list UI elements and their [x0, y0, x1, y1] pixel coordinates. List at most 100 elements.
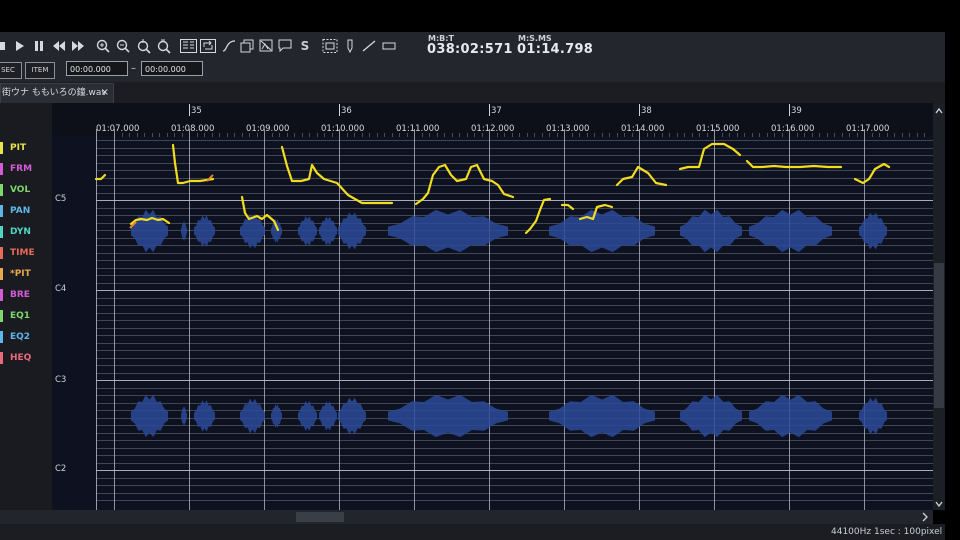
waveform-segment: [271, 404, 282, 428]
vertical-zoom-in-icon[interactable]: [136, 38, 152, 54]
window-edge: [945, 32, 960, 540]
tab-title: 街ウナ ももいろの鐘.wav: [2, 88, 107, 98]
param-label: PAN: [10, 206, 31, 216]
vertical-scroll-thumb[interactable]: [934, 263, 944, 408]
sec-button[interactable]: SEC: [0, 62, 22, 79]
close-icon[interactable]: ×: [101, 84, 109, 102]
pitch-curve-segment: [853, 162, 891, 185]
selection-toolbar: SEC ITEM 00:00.000 – 00:00.000: [0, 60, 945, 82]
param-color-marker: [0, 289, 3, 301]
select-box-icon[interactable]: [322, 38, 338, 54]
app-window: S M:B:T 038:02:571 M:S.MS 01:14.798 SEC …: [0, 0, 960, 540]
copy-icon[interactable]: [240, 38, 254, 54]
s-icon[interactable]: S: [299, 38, 311, 54]
param-label: BRE: [10, 290, 30, 300]
ruler-time-label: 01:08.000: [171, 124, 214, 134]
waveform-segment: [271, 219, 282, 243]
pause-icon[interactable]: [33, 38, 45, 54]
param-color-marker: [0, 268, 3, 280]
line-icon[interactable]: [362, 38, 376, 54]
param-dyn[interactable]: DYN: [0, 224, 52, 240]
param-bre[interactable]: BRE: [0, 287, 52, 303]
item-button[interactable]: ITEM: [25, 62, 55, 79]
scroll-down-icon[interactable]: [933, 498, 945, 510]
scroll-right-icon[interactable]: [919, 510, 931, 524]
param-label: EQ1: [10, 311, 31, 321]
ruler-time-label: 01:07.000: [96, 124, 139, 134]
param-heq[interactable]: HEQ: [0, 350, 52, 366]
param-label: PIT: [10, 143, 27, 153]
horizontal-scrollbar[interactable]: [0, 510, 933, 524]
waveform-segment: [181, 406, 187, 426]
comment-icon[interactable]: [278, 38, 292, 54]
param-pan[interactable]: PAN: [0, 203, 52, 219]
waveform-segment: [859, 212, 887, 250]
measure-label: 35: [191, 106, 202, 116]
waveform-segment: [338, 397, 366, 435]
param-label: *PIT: [10, 269, 31, 279]
param-vol[interactable]: VOL: [0, 182, 52, 198]
waveform-segment: [680, 394, 742, 438]
ruler-time-label: 01:10.000: [321, 124, 364, 134]
status-bar: 44100Hz 1sec : 100pixel: [0, 524, 945, 540]
parameter-list: PIT FRM VOL PAN DYN TIME *PIT BRE EQ1 EQ2 HEQ: [0, 103, 52, 510]
waveform-segment: [181, 221, 187, 241]
pitch-curve-segment: [615, 165, 668, 187]
param-label: FRM: [10, 164, 33, 174]
note-label: C5: [55, 194, 66, 204]
horizontal-scroll-thumb[interactable]: [296, 512, 344, 522]
pitch-curve-segment: [745, 159, 843, 169]
waveform-segment: [131, 394, 168, 438]
start-time-field[interactable]: 00:00.000: [66, 61, 128, 76]
toolbar: S M:B:T 038:02:571 M:S.MS 01:14.798: [0, 32, 945, 60]
book-icon[interactable]: [180, 38, 197, 54]
ruler-time-label: 01:12.000: [471, 124, 514, 134]
zoom-in-icon[interactable]: [95, 38, 111, 54]
pin-icon[interactable]: [344, 38, 356, 54]
param-frm[interactable]: FRM: [0, 161, 52, 177]
param-color-marker: [0, 205, 3, 217]
param-color-marker: [0, 310, 3, 322]
pitch-editor[interactable]: 01:07.000 01:08.000 01:09.000 01:10.000 01:1…: [52, 103, 945, 510]
end-time-field[interactable]: 00:00.000: [141, 61, 203, 76]
param-pit[interactable]: PIT: [0, 140, 52, 156]
image-icon[interactable]: [259, 38, 273, 54]
waveform-segment: [319, 401, 337, 431]
param-color-marker: [0, 142, 3, 154]
tab-file[interactable]: 街ウナ ももいろの鐘.wav ×: [0, 83, 114, 103]
note-label: C2: [55, 464, 66, 474]
ruler-time-label: 01:14.000: [621, 124, 664, 134]
param-eq2[interactable]: EQ2: [0, 329, 52, 345]
ruler-time-label: 01:17.000: [846, 124, 889, 134]
note-label: C3: [55, 375, 66, 385]
waveform-segment: [298, 216, 317, 246]
vertical-scrollbar[interactable]: [933, 103, 945, 510]
measure-label: 38: [641, 106, 652, 116]
note-label: C4: [55, 284, 66, 294]
scroll-up-icon[interactable]: [933, 105, 945, 117]
play-icon[interactable]: [14, 38, 26, 54]
param-time[interactable]: TIME: [0, 245, 52, 261]
loop-icon[interactable]: [200, 38, 216, 54]
param-star-pit[interactable]: *PIT: [0, 266, 52, 282]
ruler-time-label: 01:09.000: [246, 124, 289, 134]
waveform-segment: [240, 398, 265, 434]
editor-canvas[interactable]: 01:07.000 01:08.000 01:09.000 01:10.000 01:1…: [52, 103, 945, 510]
pitch-curve-segment: [171, 143, 215, 185]
waveform-segment: [194, 215, 215, 247]
fast-forward-icon[interactable]: [71, 38, 85, 54]
range-dash: –: [131, 63, 136, 74]
zoom-out-icon[interactable]: [115, 38, 131, 54]
rewind-icon[interactable]: [52, 38, 66, 54]
waveform-segment: [194, 400, 215, 432]
rect-icon[interactable]: [382, 38, 396, 54]
pitch-curve-segment: [678, 142, 742, 171]
param-color-marker: [0, 247, 3, 259]
sample-rate: 44100Hz: [831, 527, 872, 537]
vertical-zoom-out-icon[interactable]: [156, 38, 172, 54]
waveform-segment: [298, 401, 317, 431]
param-eq1[interactable]: EQ1: [0, 308, 52, 324]
measure-label: 36: [341, 106, 352, 116]
stop-icon[interactable]: [0, 38, 6, 54]
curve-icon[interactable]: [222, 38, 236, 54]
